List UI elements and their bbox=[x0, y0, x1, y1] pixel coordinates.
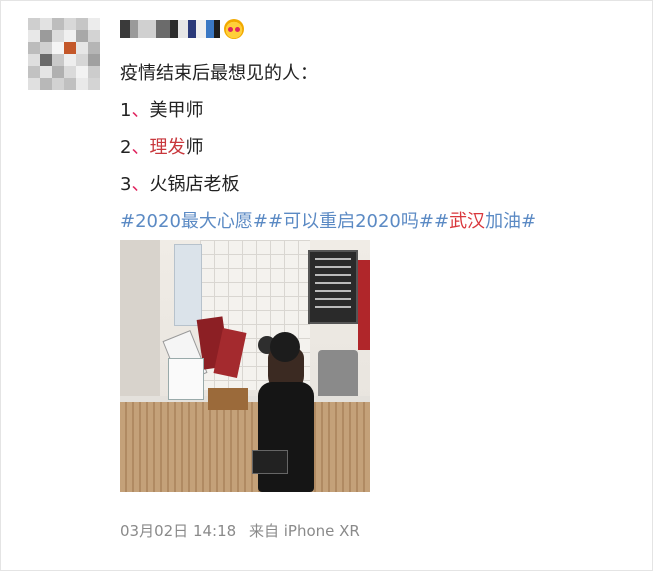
list-item: 1、美甲师 bbox=[120, 100, 204, 121]
hashtag-link[interactable]: #2020最大心愿# bbox=[120, 211, 268, 232]
post-meta: 03月02日 14:18 来自 iPhone XR bbox=[120, 520, 360, 541]
list-item: 2、理发师 bbox=[120, 137, 204, 158]
source-label: 来自 bbox=[248, 522, 279, 540]
crown-emoji-icon bbox=[224, 19, 244, 39]
source-device[interactable]: iPhone XR bbox=[284, 522, 360, 540]
post-heading: 疫情结束后最想见的人： bbox=[120, 63, 318, 84]
hashtag-link[interactable]: #可以重启2020吗# bbox=[268, 211, 434, 232]
hashtag-line: #2020最大心愿##可以重启2020吗##武汉加油# bbox=[120, 203, 536, 240]
hashtag-link[interactable]: #武汉加油# bbox=[434, 211, 536, 232]
post-body: 疫情结束后最想见的人： 1、美甲师 2、理发师 3、火锅店老板 #2020最大心… bbox=[120, 55, 536, 240]
avatar[interactable] bbox=[28, 18, 100, 90]
username-censored[interactable] bbox=[120, 18, 244, 40]
post-image[interactable] bbox=[120, 240, 370, 492]
post-timestamp[interactable]: 03月02日 14:18 bbox=[120, 522, 236, 540]
list-item: 3、火锅店老板 bbox=[120, 174, 240, 195]
